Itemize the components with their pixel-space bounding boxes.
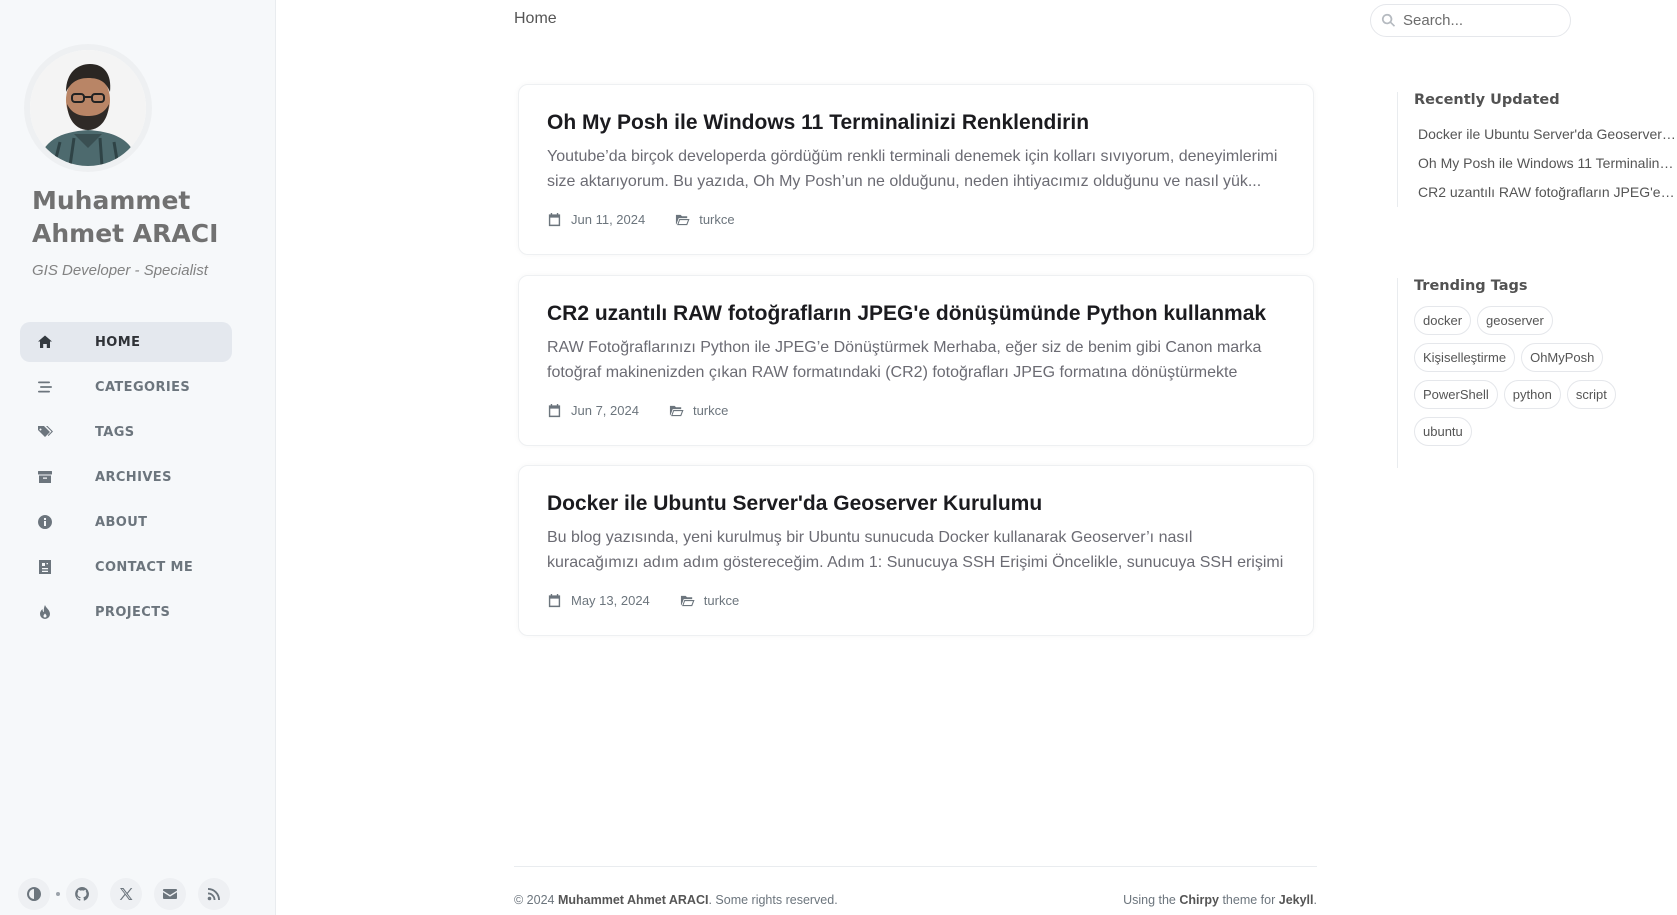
site-title[interactable]: Muhammet Ahmet ARACI <box>32 184 252 250</box>
site-subtitle: GIS Developer - Specialist <box>32 262 208 279</box>
adjust-icon <box>27 887 42 901</box>
tag[interactable]: geoserver <box>1477 306 1553 335</box>
recently-updated-panel: Recently Updated Docker ile Ubuntu Serve… <box>1397 92 1677 207</box>
tag[interactable]: python <box>1503 380 1561 409</box>
post-excerpt: RAW Fotoğraflarınızı Python ile JPEG’e D… <box>547 339 1262 381</box>
sidebar-item-label: HOME <box>95 334 141 350</box>
post-card[interactable]: CR2 uzantılı RAW fotoğrafların JPEG'e dö… <box>518 275 1314 446</box>
post-card[interactable]: Oh My Posh ile Windows 11 Terminalinizi … <box>518 84 1314 255</box>
sidebar: Muhammet Ahmet ARACI GIS Developer - Spe… <box>0 0 276 915</box>
sidebar-item-label: CATEGORIES <box>95 379 191 395</box>
folder-open-icon <box>669 405 684 417</box>
footer-copyright: © 2024 Muhammet Ahmet ARACI. Some rights… <box>514 893 838 907</box>
fire-icon <box>36 603 54 621</box>
post-meta: Jun 11, 2024 turkce <box>547 212 1285 227</box>
calendar-icon <box>548 212 561 227</box>
footer: © 2024 Muhammet Ahmet ARACI. Some rights… <box>514 866 1317 907</box>
folder-open-icon <box>680 595 695 607</box>
footer-author-link[interactable]: Muhammet Ahmet ARACI <box>558 893 708 907</box>
post-date: May 13, 2024 <box>571 593 650 608</box>
post-title[interactable]: Docker ile Ubuntu Server'da Geoserver Ku… <box>547 492 1285 516</box>
sidebar-item-categories[interactable]: CATEGORIES <box>20 367 232 407</box>
recent-item[interactable]: CR2 uzantılı RAW fotoğrafların JPEG'e dö… <box>1418 178 1676 207</box>
post-card[interactable]: Docker ile Ubuntu Server'da Geoserver Ku… <box>518 465 1314 636</box>
search-input[interactable] <box>1403 12 1563 29</box>
search-box[interactable] <box>1370 4 1571 37</box>
trending-tags-panel: Trending Tags docker geoserver Kişiselle… <box>1397 278 1677 468</box>
post-title[interactable]: CR2 uzantılı RAW fotoğrafların JPEG'e dö… <box>547 302 1285 326</box>
post-date: Jun 7, 2024 <box>571 403 639 418</box>
sidebar-item-label: ARCHIVES <box>95 469 172 485</box>
sidebar-item-about[interactable]: ABOUT <box>20 502 232 542</box>
calendar-icon <box>548 403 561 418</box>
post-category[interactable]: turkce <box>704 593 739 608</box>
email-link[interactable] <box>154 878 186 910</box>
post-category[interactable]: turkce <box>699 212 734 227</box>
breadcrumb: Home <box>514 10 557 27</box>
footer-rights: . Some rights reserved. <box>708 893 838 907</box>
sidebar-item-contact-me[interactable]: CONTACT ME <box>20 547 232 587</box>
tag[interactable]: PowerShell <box>1414 380 1498 409</box>
sidebar-item-label: PROJECTS <box>95 604 171 620</box>
separator-dot <box>56 892 60 896</box>
jekyll-link[interactable]: Jekyll <box>1279 893 1314 907</box>
stream-icon <box>36 378 54 396</box>
post-meta: Jun 7, 2024 turkce <box>547 403 1285 418</box>
rss-icon <box>207 888 220 901</box>
github-link[interactable] <box>66 878 98 910</box>
github-icon <box>75 887 89 901</box>
info-circle-icon <box>36 513 54 531</box>
address-card-icon <box>36 558 54 576</box>
recent-item[interactable]: Docker ile Ubuntu Server'da Geoserver Ku… <box>1418 120 1676 149</box>
footer-using: Using the <box>1123 893 1176 907</box>
sidebar-bottom <box>18 878 242 910</box>
post-excerpt: Youtube’da birçok developerda gördüğüm r… <box>547 148 1278 190</box>
home-icon <box>36 333 54 351</box>
tags-icon <box>36 423 54 441</box>
tag[interactable]: script <box>1566 380 1616 409</box>
twitter-link[interactable] <box>110 878 142 910</box>
folder-open-icon <box>676 214 690 226</box>
sidebar-item-label: ABOUT <box>95 514 148 530</box>
envelope-icon <box>163 889 177 899</box>
tag[interactable]: OhMyPosh <box>1521 343 1604 372</box>
tag[interactable]: Kişiselleştirme <box>1414 343 1516 372</box>
footer-credits: Using the Chirpy theme for Jekyll. <box>1123 893 1317 907</box>
calendar-icon <box>548 593 561 608</box>
recently-updated-heading: Recently Updated <box>1414 92 1560 108</box>
post-date: Jun 11, 2024 <box>571 212 646 227</box>
search-icon <box>1381 13 1396 27</box>
tag-list: docker geoserver Kişiselleştirme OhMyPos… <box>1414 306 1629 454</box>
recent-list: Docker ile Ubuntu Server'da Geoserver Ku… <box>1418 120 1677 207</box>
post-meta: May 13, 2024 turkce <box>547 593 1285 608</box>
tag[interactable]: ubuntu <box>1414 417 1472 446</box>
sidebar-item-tags[interactable]: TAGS <box>20 412 232 452</box>
trending-tags-heading: Trending Tags <box>1414 278 1528 294</box>
sidebar-item-label: TAGS <box>95 424 135 440</box>
sidebar-nav: HOME CATEGORIES TAGS ARCHIVES ABOUT CONT… <box>20 322 232 637</box>
sidebar-item-home[interactable]: HOME <box>20 322 232 362</box>
footer-theme-for: theme for <box>1222 893 1276 907</box>
x-twitter-icon <box>119 888 133 900</box>
sidebar-item-archives[interactable]: ARCHIVES <box>20 457 232 497</box>
recent-item[interactable]: Oh My Posh ile Windows 11 Terminalinizi … <box>1418 149 1676 178</box>
rss-link[interactable] <box>198 878 230 910</box>
post-category[interactable]: turkce <box>693 403 728 418</box>
chirpy-link[interactable]: Chirpy <box>1179 893 1219 907</box>
sidebar-item-projects[interactable]: PROJECTS <box>20 592 232 632</box>
theme-toggle-button[interactable] <box>18 878 50 910</box>
archive-icon <box>36 468 54 486</box>
avatar[interactable] <box>30 50 146 166</box>
post-excerpt: Bu blog yazısında, yeni kurulmuş bir Ubu… <box>547 529 1284 571</box>
footer-year: © 2024 <box>514 893 555 907</box>
post-title[interactable]: Oh My Posh ile Windows 11 Terminalinizi … <box>547 111 1285 135</box>
sidebar-item-label: CONTACT ME <box>95 559 194 575</box>
footer-end: . <box>1313 893 1317 907</box>
tag[interactable]: docker <box>1414 306 1472 335</box>
